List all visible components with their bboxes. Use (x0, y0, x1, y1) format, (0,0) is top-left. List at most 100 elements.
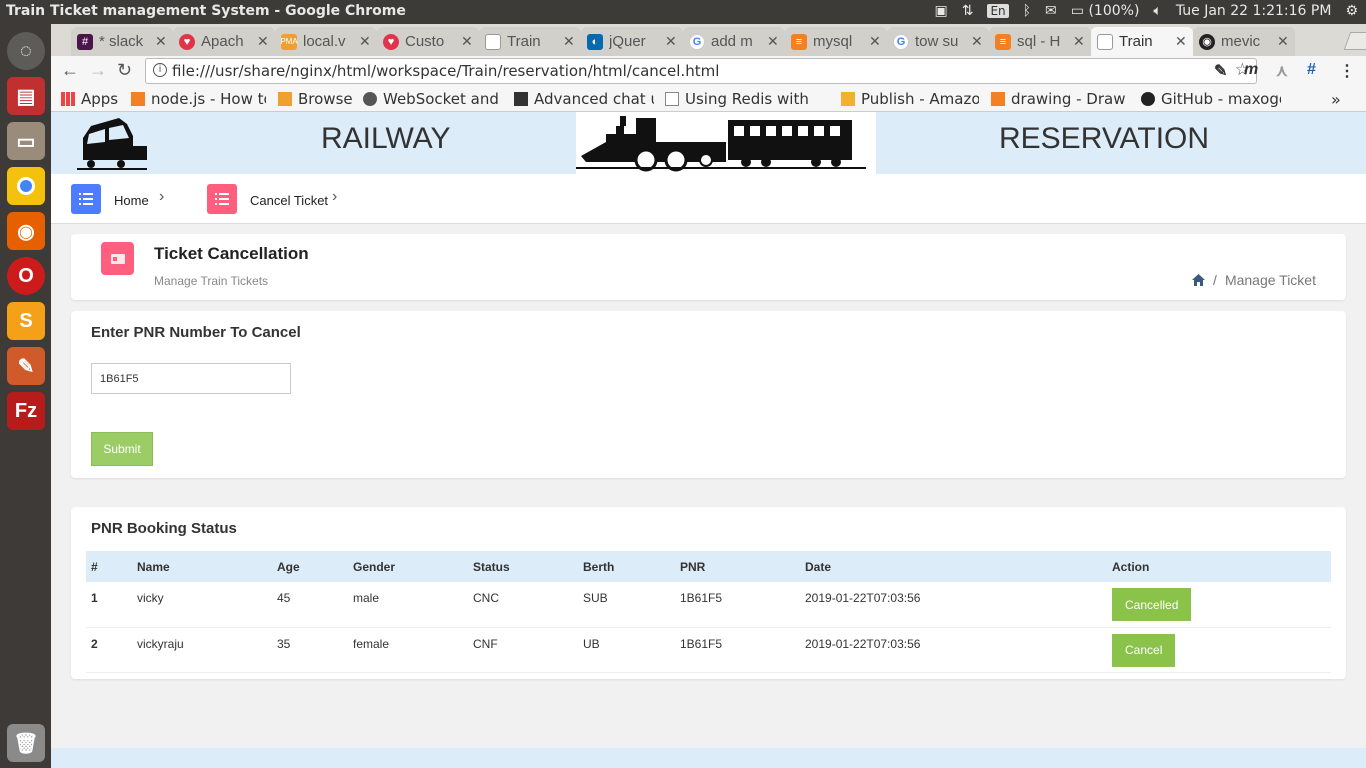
browser-tab[interactable]: Train ✕ (479, 27, 581, 56)
tab-strip: # * slack ✕ ♥ Apach ✕ PMA local.v ✕ ♥ Custo ✕ Tr… (51, 24, 1366, 56)
grid-extension-icon[interactable]: # (1307, 61, 1316, 79)
files-icon[interactable]: ▭ (7, 122, 45, 160)
extension-icon[interactable]: ⋏ (1276, 61, 1288, 81)
dash-icon[interactable]: ◌ (7, 32, 45, 70)
bookmark-item[interactable]: node.js - How to (131, 90, 266, 108)
address-bar[interactable]: i file:///usr/share/nginx/html/workspace… (145, 58, 1257, 84)
mail-icon[interactable]: ✉ (1045, 3, 1057, 19)
cell-gender: male (348, 582, 468, 628)
home-icon[interactable] (1192, 274, 1206, 286)
network-icon[interactable]: ⇅ (962, 3, 974, 19)
chrome-icon[interactable] (7, 167, 45, 205)
color-picker-icon[interactable]: ✎ (7, 347, 45, 385)
close-icon[interactable]: ✕ (971, 33, 985, 50)
clock[interactable]: Tue Jan 22 1:21:16 PM (1176, 3, 1332, 19)
cell-gender: female (348, 627, 468, 673)
back-arrow-icon[interactable]: ← (61, 60, 79, 81)
bookmark-item[interactable]: Browse (278, 90, 358, 108)
forward-arrow-icon[interactable]: → (89, 60, 107, 81)
stackoverflow-icon (991, 92, 1005, 106)
cell-status: CNF (468, 627, 578, 673)
browser-tab[interactable]: ♥ Apach ✕ (173, 27, 275, 56)
browser-tab[interactable]: ◐ jQuer ✕ (581, 27, 683, 56)
browser-tab[interactable]: ≡ sql - H ✕ (989, 27, 1091, 56)
m-extension-icon[interactable]: m (1244, 61, 1258, 79)
page-breadcrumb: / Manage Ticket (1192, 272, 1316, 288)
table-header-row: # Name Age Gender Status Berth PNR Date … (86, 551, 1331, 582)
close-icon[interactable]: ✕ (665, 33, 679, 50)
bookmark-item[interactable]: Using Redis with (665, 90, 827, 108)
cancelled-button[interactable]: Cancelled (1112, 588, 1192, 621)
cell-num: 2 (86, 627, 132, 673)
opera-icon[interactable]: O (7, 257, 45, 295)
list-icon[interactable] (71, 184, 101, 214)
firefox-icon[interactable]: ◉ (7, 212, 45, 250)
settings-gear-icon[interactable]: ⚙ (1345, 3, 1358, 19)
list-icon[interactable] (207, 184, 237, 214)
chevron-right-icon: › (332, 188, 338, 205)
close-icon[interactable]: ✕ (1073, 33, 1087, 50)
keyboard-layout[interactable]: En (987, 4, 1009, 18)
browser-tab[interactable]: ≡ mysql ✕ (785, 27, 887, 56)
crumb-cancel-ticket[interactable]: Cancel Ticket (250, 193, 328, 208)
col-header-berth: Berth (583, 559, 615, 574)
browser-tab[interactable]: ◉ mevic ✕ (1193, 27, 1295, 56)
col-header-date: Date (805, 559, 832, 574)
close-icon[interactable]: ✕ (359, 33, 373, 50)
bookmark-item[interactable]: WebSocket and S (363, 90, 503, 108)
reload-icon[interactable]: ↻ (117, 60, 132, 81)
close-icon[interactable]: ✕ (1277, 33, 1291, 50)
breadcrumb-nav: Home › Cancel Ticket › (51, 174, 1366, 224)
menu-icon[interactable]: ⋮ (1339, 61, 1355, 81)
pnr-status-table: # Name Age Gender Status Berth PNR Date … (86, 551, 1331, 673)
pnr-input[interactable] (91, 363, 291, 394)
close-icon[interactable]: ✕ (1175, 33, 1189, 50)
bookmark-item[interactable]: Advanced chat u (514, 90, 654, 108)
browser-tab[interactable]: PMA local.v ✕ (275, 27, 377, 56)
chevron-right-icon: › (159, 188, 165, 205)
battery-percent: (100%) (1088, 3, 1140, 19)
stackoverflow-icon: ≡ (995, 33, 1011, 50)
bookmark-item[interactable]: drawing - Draw in (991, 90, 1131, 108)
bluetooth-icon[interactable]: ᛒ (1023, 3, 1031, 19)
close-icon[interactable]: ✕ (155, 33, 169, 50)
sublime-text-icon[interactable]: S (7, 302, 45, 340)
submit-button[interactable]: Submit (91, 432, 153, 466)
crumb-home[interactable]: Home (114, 193, 149, 208)
col-header-pnr: PNR (680, 559, 706, 574)
new-tab-button[interactable] (1343, 32, 1366, 50)
browser-tab[interactable]: # * slack ✕ (71, 27, 173, 56)
aws-box-icon (841, 92, 855, 106)
jquery-icon: ◐ (587, 33, 603, 50)
volume-icon[interactable]: 🔈︎ (1153, 3, 1161, 19)
close-icon[interactable]: ✕ (767, 33, 781, 50)
more-bookmarks-chevron-icon[interactable]: » (1331, 90, 1341, 109)
clipboard-icon[interactable]: ▣ (934, 3, 947, 19)
bookmark-apps[interactable]: Apps (61, 90, 131, 108)
banner-title-left: RAILWAY (321, 122, 451, 155)
close-icon[interactable]: ✕ (461, 33, 475, 50)
breadcrumb-manage-ticket[interactable]: Manage Ticket (1225, 272, 1316, 288)
cell-age: 35 (272, 627, 348, 673)
cancel-button[interactable]: Cancel (1112, 633, 1176, 667)
ticket-icon (101, 242, 134, 275)
eyedropper-extension-icon[interactable]: ✎ (1214, 61, 1227, 81)
bookmark-item[interactable]: Publish - Amazon (841, 90, 979, 108)
close-icon[interactable]: ✕ (563, 33, 577, 50)
close-icon[interactable]: ✕ (257, 33, 271, 50)
trash-icon[interactable]: 🗑︎ (7, 724, 45, 762)
battery-indicator[interactable]: ▭ (100%) (1071, 3, 1140, 19)
close-icon[interactable]: ✕ (869, 33, 883, 50)
browser-tab-active[interactable]: Train ✕ (1091, 27, 1193, 56)
bookmark-item[interactable]: GitHub - maxogd (1141, 90, 1281, 108)
browser-tab[interactable]: Gadd m ✕ (683, 27, 785, 56)
filezilla-icon[interactable]: Fz (7, 392, 45, 430)
browser-tab[interactable]: Gtow su ✕ (887, 27, 989, 56)
system-monitor-icon[interactable]: ▤ (7, 77, 45, 115)
col-header-num: # (91, 559, 98, 574)
cell-date: 2019-01-22T07:03:56 (800, 627, 1107, 673)
table-row: 1 vicky 45 male CNC SUB 1B61F5 2019-01-2… (86, 582, 1331, 628)
cell-name: vicky (132, 582, 272, 628)
browser-tab[interactable]: ♥ Custo ✕ (377, 27, 479, 56)
info-icon[interactable]: i (153, 63, 167, 77)
